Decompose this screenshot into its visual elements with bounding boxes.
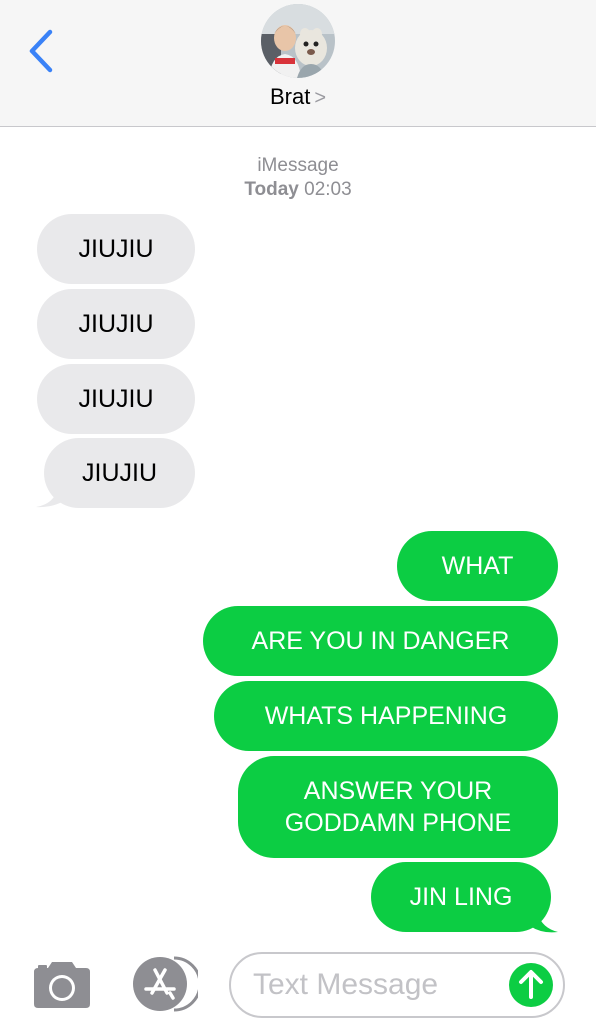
time-label: 02:03 <box>304 179 352 200</box>
contact-name-button[interactable]: Brat > <box>0 84 596 110</box>
camera-button[interactable] <box>30 960 94 1010</box>
incoming-message[interactable]: JIUJIU <box>37 364 195 434</box>
camera-icon <box>34 962 90 1008</box>
message-text: JIN LING <box>409 883 513 911</box>
app-store-button[interactable] <box>130 955 202 1013</box>
back-button[interactable] <box>24 26 64 76</box>
chevron-right-icon: > <box>314 87 327 109</box>
messages-screen: Brat > iMessage Today 02:03 JIUJIU JIUJIU… <box>0 0 596 1024</box>
message-text: WHAT <box>441 552 514 580</box>
date-label: Today <box>244 179 299 200</box>
contact-avatar[interactable] <box>261 4 335 78</box>
message-text: JIUJIU <box>78 235 154 263</box>
incoming-message[interactable]: JIUJIU <box>37 289 195 359</box>
contact-name: Brat <box>269 84 311 109</box>
service-label: iMessage <box>257 155 339 176</box>
message-input-placeholder: Text Message <box>253 968 439 1001</box>
chevron-left-icon <box>29 29 53 73</box>
message-text: JIUJIU <box>78 310 154 338</box>
message-input[interactable]: Text Message <box>229 952 565 1018</box>
outgoing-message[interactable]: WHAT <box>397 531 558 601</box>
message-text: ANSWER YOUR GODDAMN PHONE <box>284 777 512 837</box>
outgoing-message[interactable]: ARE YOU IN DANGER <box>203 606 558 676</box>
conversation-header: Brat > <box>0 0 596 127</box>
message-text: ARE YOU IN DANGER <box>251 627 510 655</box>
outgoing-message[interactable]: JIN LING <box>371 862 551 932</box>
send-button[interactable] <box>509 963 553 1007</box>
thread-meta: iMessage Today 02:03 <box>0 154 596 202</box>
message-text: JIUJIU <box>78 385 154 413</box>
app-store-icon <box>133 956 202 1012</box>
outgoing-message[interactable]: ANSWER YOUR GODDAMN PHONE <box>238 756 558 858</box>
arrow-up-icon <box>519 970 543 999</box>
outgoing-message[interactable]: WHATS HAPPENING <box>214 681 558 751</box>
incoming-message[interactable]: JIUJIU <box>37 214 195 284</box>
avatar-photo <box>261 4 335 78</box>
message-text: WHATS HAPPENING <box>264 702 508 730</box>
message-text: JIUJIU <box>82 459 157 487</box>
timestamp: Today 02:03 <box>0 178 596 202</box>
incoming-message[interactable]: JIUJIU <box>44 438 195 508</box>
